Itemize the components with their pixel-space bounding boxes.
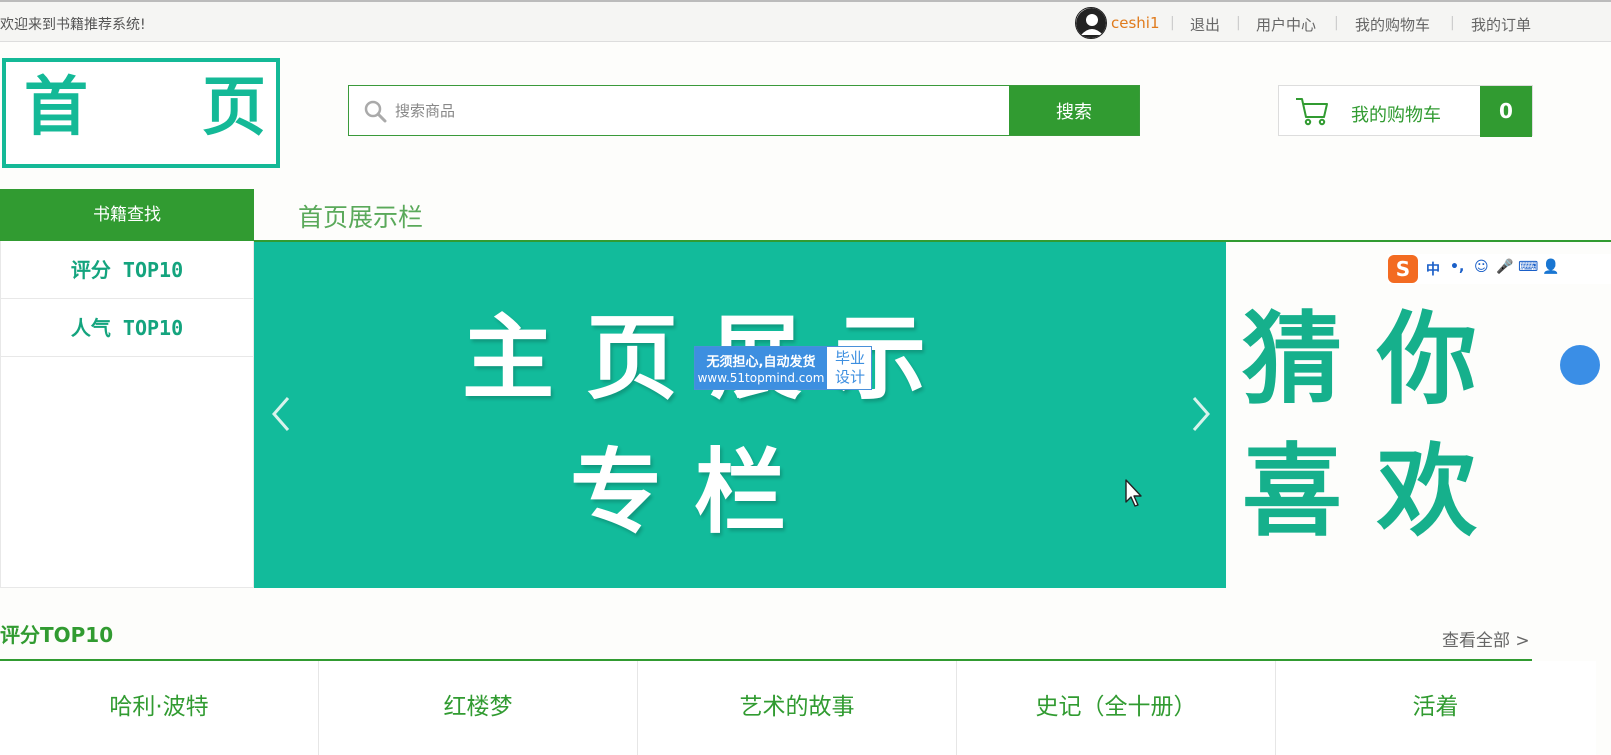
- ime-user-icon[interactable]: 👤: [1542, 259, 1559, 275]
- username-link[interactable]: ceshi1: [1111, 14, 1160, 32]
- ad-line1: 无须担心,自动发货: [706, 355, 816, 370]
- ime-punctuation-icon[interactable]: •,: [1450, 259, 1464, 275]
- cart-box[interactable]: 我的购物车 0: [1278, 85, 1533, 137]
- guess-text-line1: 猜 你: [1242, 300, 1477, 418]
- guess-you-like-panel[interactable]: 猜 你 喜 欢: [1226, 242, 1611, 588]
- mouse-cursor-icon: [1125, 479, 1142, 507]
- search-bar: 搜索: [348, 85, 1140, 136]
- ad-right1: 毕业: [834, 349, 865, 367]
- category-title: 书籍查找: [0, 189, 254, 241]
- book-item[interactable]: 哈利·波特: [0, 661, 319, 755]
- ad-overlay[interactable]: 无须担心,自动发货 www.51topmind.com 毕业 设计: [694, 346, 872, 390]
- ime-chinese-mode[interactable]: 中: [1426, 259, 1440, 279]
- cart-count-badge: 0: [1480, 86, 1532, 137]
- site-logo[interactable]: 首 页: [2, 58, 280, 168]
- sidebar-item-rating-top10[interactable]: 评分 TOP10: [1, 241, 253, 299]
- see-all-link[interactable]: 查看全部 >: [1442, 626, 1530, 651]
- search-button[interactable]: 搜索: [1009, 86, 1139, 135]
- chevron-right-icon[interactable]: [1180, 392, 1220, 436]
- book-list: 哈利·波特 红楼梦 艺术的故事 史记（全十册） 活着: [0, 661, 1596, 755]
- separator: |: [1450, 15, 1455, 31]
- my-orders-link[interactable]: 我的订单: [1471, 14, 1531, 35]
- search-icon: [364, 100, 387, 123]
- top-bar: 欢迎来到书籍推荐系统! ceshi1 | 退出 | 用户中心 | 我的购物车 |…: [0, 0, 1611, 42]
- category-sidebar: 评分 TOP10 人气 TOP10: [0, 241, 254, 588]
- separator: |: [1170, 15, 1175, 31]
- user-center-link[interactable]: 用户中心: [1256, 14, 1316, 35]
- chevron-left-icon[interactable]: [262, 392, 302, 436]
- banner-carousel[interactable]: 主 页 展 示 专 栏: [254, 242, 1226, 588]
- separator: |: [1236, 15, 1241, 31]
- my-cart-link[interactable]: 我的购物车: [1355, 14, 1430, 35]
- ime-logo-icon[interactable]: S: [1388, 255, 1418, 283]
- ime-mic-icon[interactable]: 🎤: [1496, 259, 1513, 275]
- logo-char: 首: [24, 70, 88, 145]
- floating-button[interactable]: [1560, 345, 1600, 385]
- book-item[interactable]: 史记（全十册）: [957, 661, 1276, 755]
- cart-label: 我的购物车: [1351, 105, 1441, 126]
- banner-text-line2: 专 栏: [570, 438, 787, 546]
- book-item[interactable]: 红楼梦: [319, 661, 638, 755]
- ime-keyboard-icon[interactable]: ⌨: [1518, 259, 1538, 275]
- ad-right-panel: 毕业 设计: [829, 349, 871, 387]
- book-item[interactable]: 活着: [1276, 661, 1595, 755]
- showcase-title: 首页展示栏: [298, 203, 424, 232]
- sidebar-item-popular-top10[interactable]: 人气 TOP10: [1, 299, 253, 357]
- separator: |: [1334, 15, 1339, 31]
- logout-link[interactable]: 退出: [1190, 14, 1220, 35]
- welcome-text: 欢迎来到书籍推荐系统!: [0, 17, 146, 33]
- ad-right2: 设计: [834, 368, 865, 386]
- rating-section-title: 评分TOP10: [0, 623, 114, 647]
- search-input[interactable]: [395, 86, 1007, 135]
- shopping-cart-icon: [1296, 98, 1328, 126]
- ime-emoji-icon[interactable]: ☺: [1474, 259, 1489, 275]
- user-avatar-icon[interactable]: [1075, 7, 1107, 39]
- ad-line2: www.51topmind.com: [697, 371, 825, 385]
- ime-toolbar[interactable]: S 中 •, ☺ 🎤 ⌨ 👤: [1388, 254, 1611, 284]
- guess-text-line2: 喜 欢: [1242, 432, 1477, 550]
- book-item[interactable]: 艺术的故事: [638, 661, 957, 755]
- logo-char: 页: [202, 70, 266, 145]
- ad-left-panel: 无须担心,自动发货 www.51topmind.com: [695, 347, 827, 389]
